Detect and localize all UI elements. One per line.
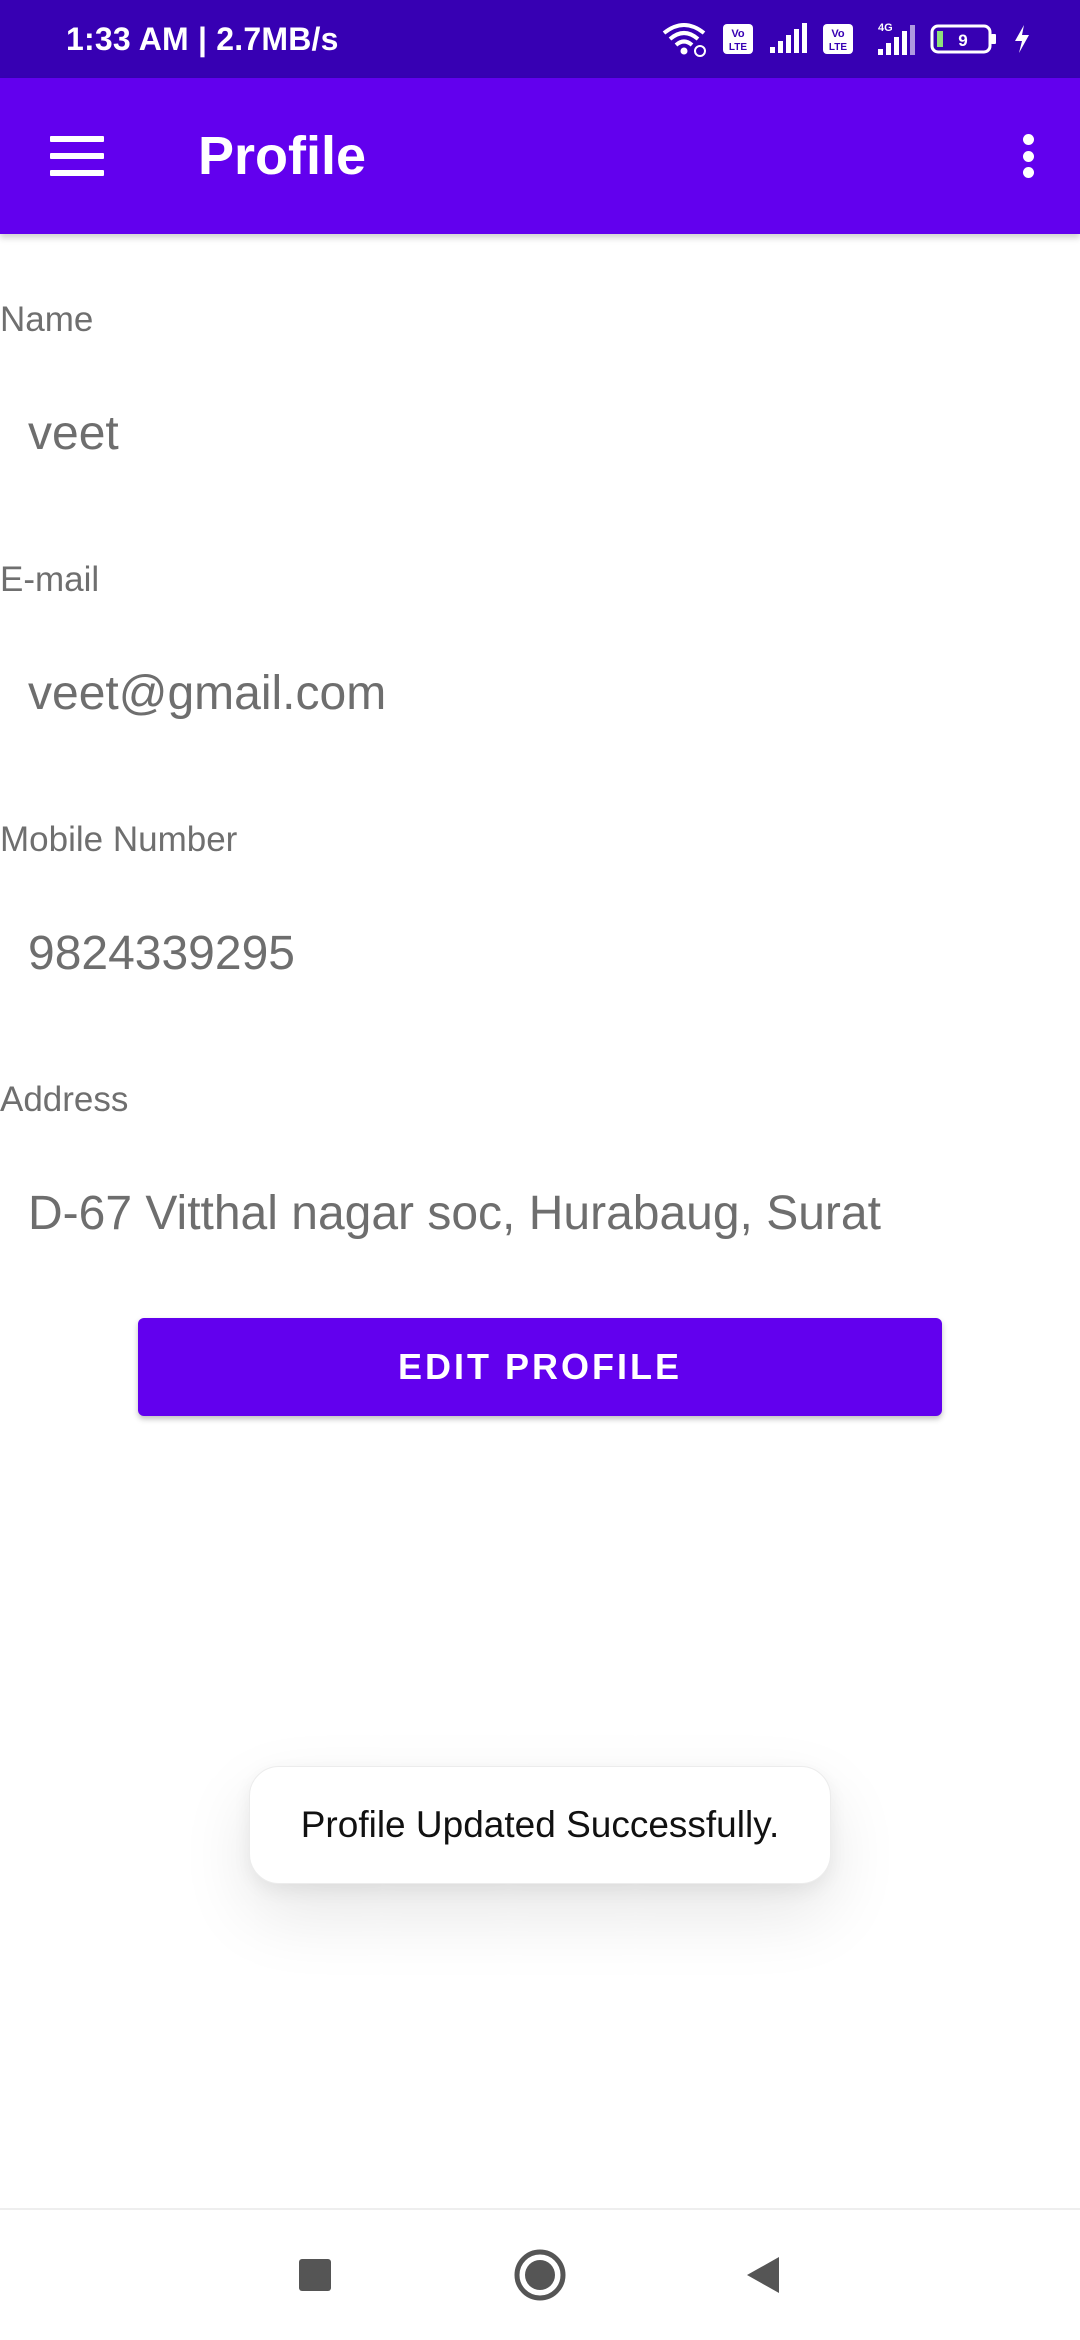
address-label: Address [0, 1080, 129, 1119]
charging-bolt-icon [1012, 24, 1032, 54]
mobile-number-label: Mobile Number [0, 820, 238, 859]
mobile-number-value: 9824339295 [28, 927, 295, 980]
back-triangle-icon[interactable] [728, 2240, 798, 2310]
volte-icon-2: Vo LTE [822, 23, 854, 55]
volte-icon: Vo LTE [722, 23, 754, 55]
name-value: veet [28, 407, 119, 460]
battery-icon: 9 [930, 23, 998, 55]
status-time-speed: 1:33 AM | 2.7MB/s [66, 20, 339, 57]
svg-text:9: 9 [958, 31, 967, 50]
signal-icon [768, 23, 808, 55]
svg-text:Vo: Vo [731, 28, 745, 40]
edit-profile-button[interactable]: EDIT PROFILE [138, 1318, 942, 1416]
svg-text:LTE: LTE [829, 42, 847, 53]
email-value: veet@gmail.com [28, 667, 387, 720]
signal-4g-icon: 4G [868, 21, 916, 57]
more-options-icon[interactable] [1010, 130, 1046, 182]
email-label: E-mail [0, 560, 100, 599]
status-icons: Vo LTE Vo LTE 4G 9 [660, 21, 1032, 57]
home-circle-icon[interactable] [505, 2240, 575, 2310]
recents-square-icon[interactable] [280, 2240, 350, 2310]
address-value: D-67 Vitthal nagar soc, Hurabaug, Surat [28, 1187, 881, 1240]
status-bar: 1:33 AM | 2.7MB/s Vo LTE Vo LTE 4G 9 [0, 0, 1080, 78]
wifi-icon [660, 21, 708, 57]
hamburger-menu-icon[interactable] [46, 130, 108, 182]
svg-text:Vo: Vo [831, 28, 845, 40]
svg-text:LTE: LTE [729, 42, 747, 53]
svg-text:4G: 4G [878, 22, 893, 34]
app-bar: Profile [0, 78, 1080, 234]
toast-message: Profile Updated Successfully. [249, 1766, 831, 1884]
name-label: Name [0, 300, 94, 339]
system-nav-bar [0, 2210, 1080, 2340]
page-title: Profile [198, 126, 367, 186]
